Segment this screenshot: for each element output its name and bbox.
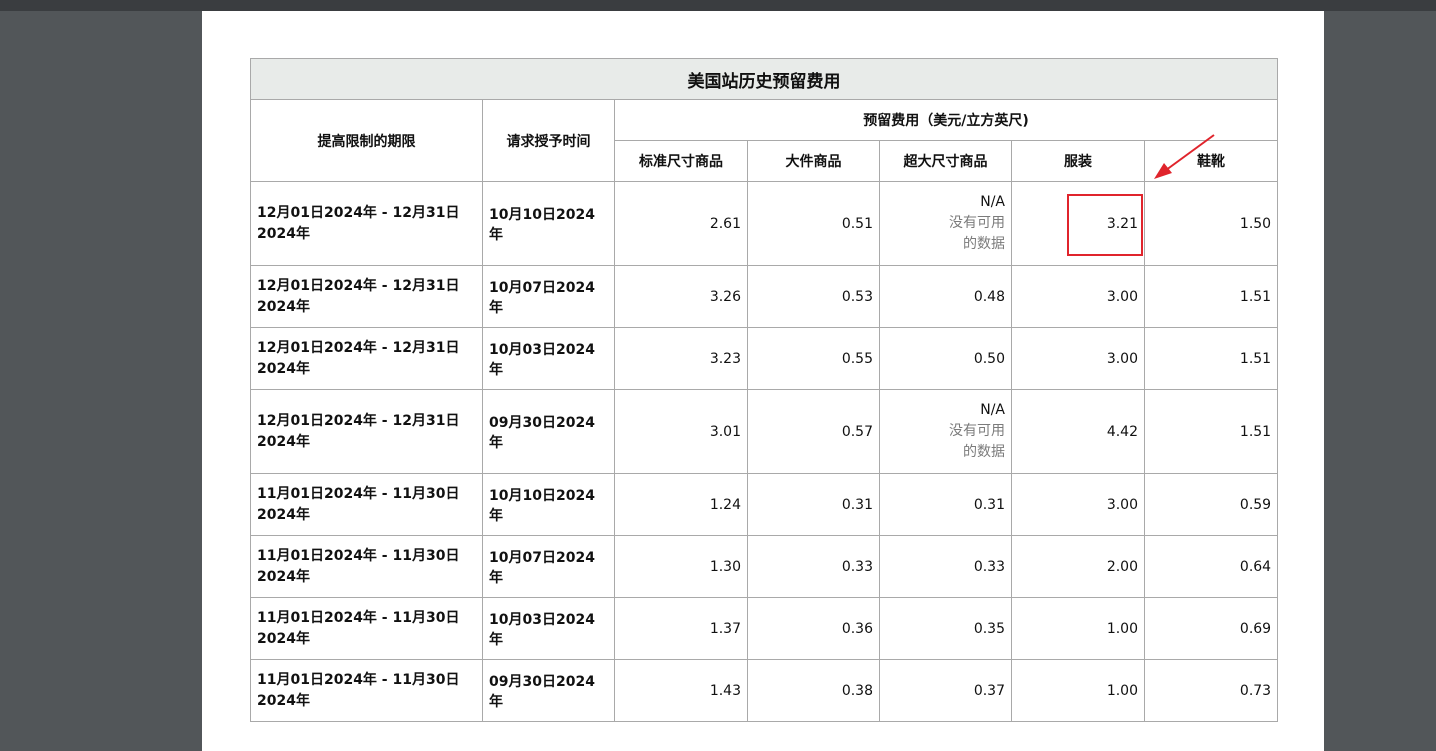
viewer-toolbar: [0, 0, 1436, 11]
highlight-box: [1067, 194, 1143, 256]
footwear-fee-cell: 0.73: [1143, 659, 1279, 722]
footwear-fee-cell: 1.51: [1143, 265, 1279, 328]
footwear-fee-cell: 0.69: [1143, 597, 1279, 660]
oversize-fee-cell: 0.50: [879, 327, 1012, 390]
large-fee-cell: 0.33: [747, 535, 880, 598]
standard-fee-cell: 2.61: [614, 181, 748, 266]
period-cell: 11月01日2024年 - 11月30日2024年: [250, 473, 483, 536]
standard-fee-cell: 3.01: [614, 389, 748, 474]
oversize-fee-cell: 0.37: [879, 659, 1012, 722]
period-cell: 11月01日2024年 - 11月30日2024年: [250, 659, 483, 722]
request-time-cell: 10月07日2024年: [482, 265, 615, 328]
period-cell: 12月01日2024年 - 12月31日2024年: [250, 389, 483, 474]
apparel-fee-cell: 2.00: [1011, 535, 1145, 598]
footwear-fee-cell: 0.59: [1143, 473, 1279, 536]
table-row: 12月01日2024年 - 12月31日2024年 09月30日2024年 3.01…: [250, 389, 1279, 474]
large-fee-cell: 0.57: [747, 389, 880, 474]
col-header-request-time: 请求授予时间: [482, 99, 615, 182]
request-time-cell: 10月10日2024年: [482, 181, 615, 266]
apparel-fee-cell: 1.00: [1011, 597, 1145, 660]
request-time-cell: 10月03日2024年: [482, 327, 615, 390]
table-title: 美国站历史预留费用: [249, 58, 1279, 100]
col-header-apparel: 服装: [1011, 140, 1145, 182]
col-header-oversize: 超大尺寸商品: [879, 140, 1012, 182]
standard-fee-cell: 3.23: [614, 327, 748, 390]
footwear-fee-cell: 0.64: [1143, 535, 1279, 598]
period-cell: 11月01日2024年 - 11月30日2024年: [250, 535, 483, 598]
period-cell: 11月01日2024年 - 11月30日2024年: [250, 597, 483, 660]
oversize-fee-cell: N/A 没有可用 的数据: [879, 389, 1012, 474]
table-row: 11月01日2024年 - 11月30日2024年 10月03日2024年 1.37…: [250, 597, 1279, 660]
footwear-fee-cell: 1.50: [1143, 181, 1279, 266]
red-arrow-icon: [1154, 134, 1215, 179]
period-cell: 12月01日2024年 - 12月31日2024年: [250, 327, 483, 390]
apparel-fee-cell: 3.00: [1011, 473, 1145, 536]
standard-fee-cell: 3.26: [614, 265, 748, 328]
period-cell: 12月01日2024年 - 12月31日2024年: [250, 265, 483, 328]
request-time-cell: 10月10日2024年: [482, 473, 615, 536]
col-header-large: 大件商品: [747, 140, 880, 182]
large-fee-cell: 0.31: [747, 473, 880, 536]
large-fee-cell: 0.38: [747, 659, 880, 722]
large-fee-cell: 0.55: [747, 327, 880, 390]
footwear-fee-cell: 1.51: [1143, 389, 1279, 474]
no-data-note: 没有可用 的数据: [949, 423, 1005, 460]
apparel-fee-cell: 3.00: [1011, 327, 1145, 390]
col-header-standard: 标准尺寸商品: [614, 140, 748, 182]
oversize-fee-cell: N/A 没有可用 的数据: [879, 181, 1012, 266]
no-data-note: 没有可用 的数据: [949, 215, 1005, 252]
oversize-fee-cell: 0.35: [879, 597, 1012, 660]
apparel-fee-cell: 3.00: [1011, 265, 1145, 328]
reserve-fee-table: 美国站历史预留费用 提高限制的期限 请求授予时间 预留费用（美元/立方英尺) 标…: [249, 58, 1279, 722]
col-header-period: 提高限制的期限: [250, 99, 483, 182]
table-row: 12月01日2024年 - 12月31日2024年 10月03日2024年 3.23…: [250, 327, 1279, 390]
oversize-fee-cell: 0.31: [879, 473, 1012, 536]
oversize-fee-cell: 0.48: [879, 265, 1012, 328]
large-fee-cell: 0.53: [747, 265, 880, 328]
footwear-fee-cell: 1.51: [1143, 327, 1279, 390]
table-row: 12月01日2024年 - 12月31日2024年 10月07日2024年 3.26…: [250, 265, 1279, 328]
table-row: 11月01日2024年 - 11月30日2024年 10月07日2024年 1.30…: [250, 535, 1279, 598]
request-time-cell: 09月30日2024年: [482, 389, 615, 474]
large-fee-cell: 0.51: [747, 181, 880, 266]
na-value: N/A: [980, 402, 1005, 418]
oversize-fee-cell: 0.33: [879, 535, 1012, 598]
period-cell: 12月01日2024年 - 12月31日2024年: [250, 181, 483, 266]
request-time-cell: 10月03日2024年: [482, 597, 615, 660]
request-time-cell: 10月07日2024年: [482, 535, 615, 598]
standard-fee-cell: 1.24: [614, 473, 748, 536]
apparel-fee-cell: 1.00: [1011, 659, 1145, 722]
standard-fee-cell: 1.37: [614, 597, 748, 660]
na-value: N/A: [980, 194, 1005, 210]
table-row: 11月01日2024年 - 11月30日2024年 09月30日2024年 1.43…: [250, 659, 1279, 722]
apparel-fee-cell: 4.42: [1011, 389, 1145, 474]
standard-fee-cell: 1.43: [614, 659, 748, 722]
request-time-cell: 09月30日2024年: [482, 659, 615, 722]
large-fee-cell: 0.36: [747, 597, 880, 660]
table-row: 11月01日2024年 - 11月30日2024年 10月10日2024年 1.24…: [250, 473, 1279, 536]
standard-fee-cell: 1.30: [614, 535, 748, 598]
document-page: 美国站历史预留费用 提高限制的期限 请求授予时间 预留费用（美元/立方英尺) 标…: [202, 11, 1324, 751]
